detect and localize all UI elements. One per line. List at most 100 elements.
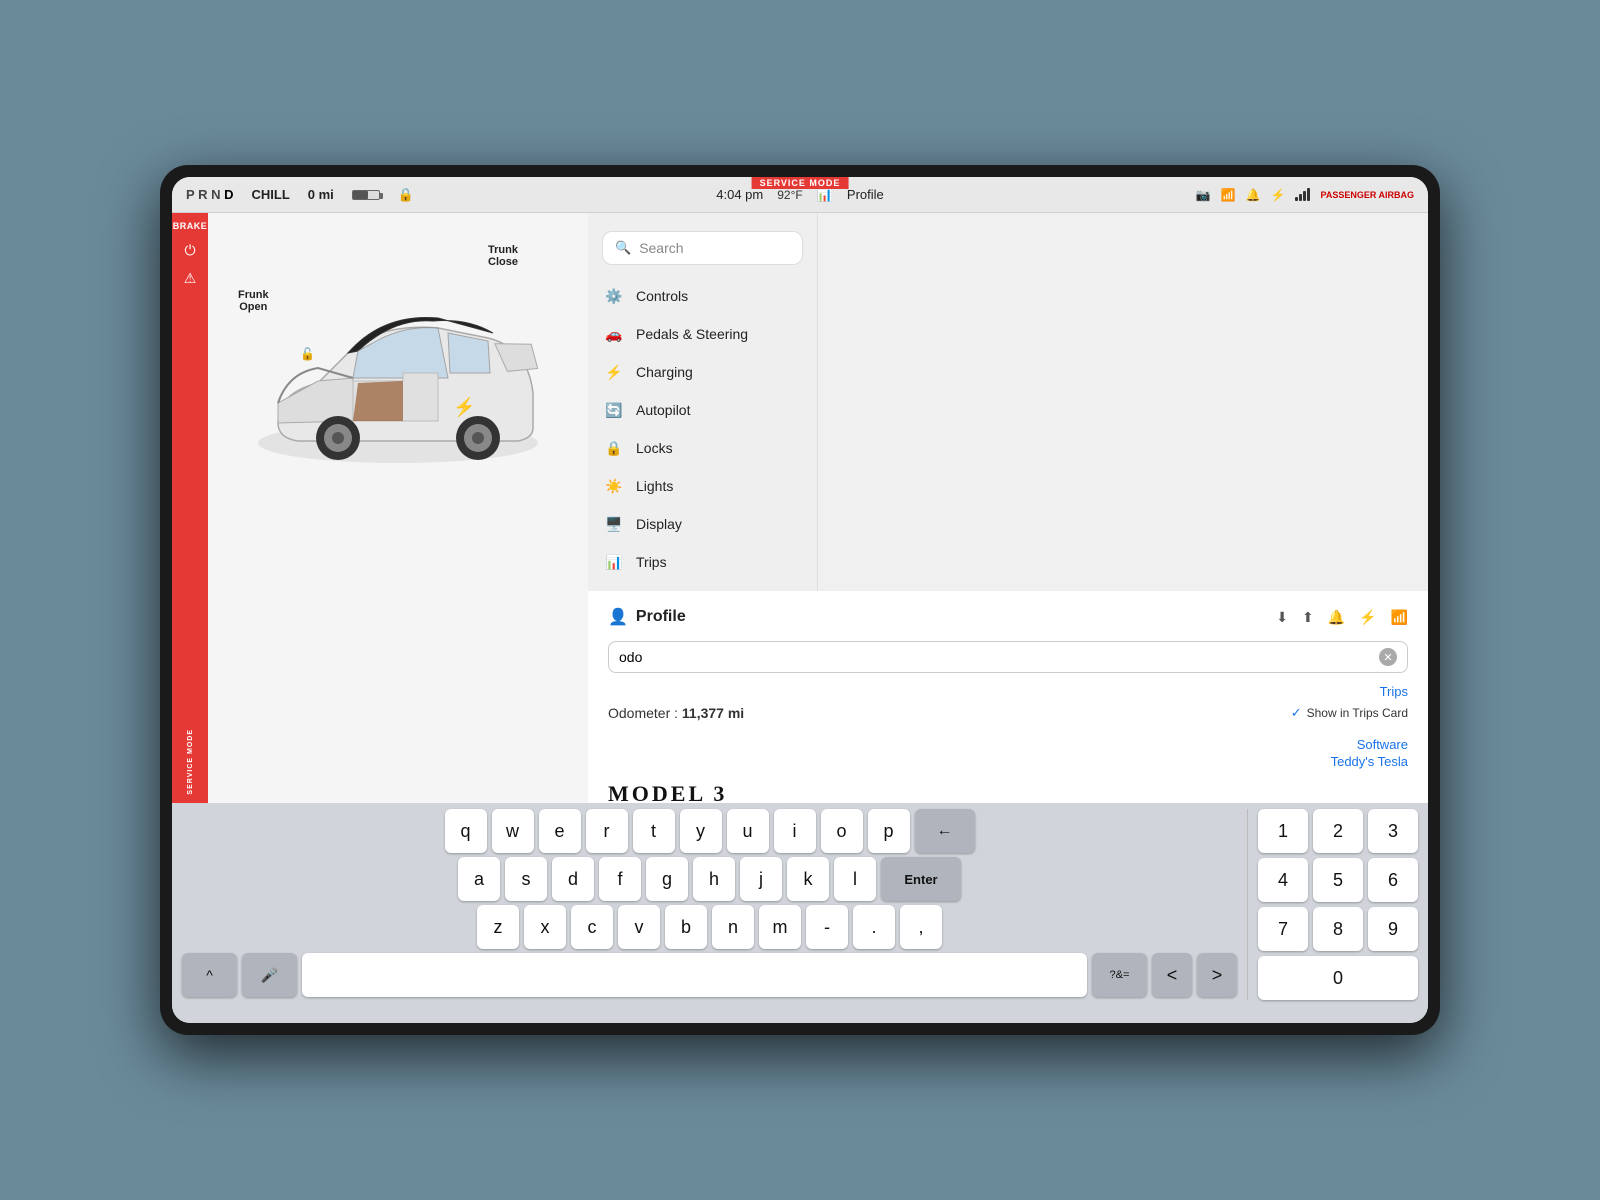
status-left: P R N D CHILL 0 mi 🔒	[186, 187, 414, 203]
trips-link[interactable]: Trips	[1380, 684, 1408, 699]
keyboard-row-1: q w e r t y u i o p ←	[182, 809, 1237, 853]
key-k[interactable]: k	[787, 857, 829, 901]
key-4[interactable]: 4	[1258, 858, 1308, 902]
odometer-row: Odometer : 11,377 mi ✓ Show in Trips Car…	[608, 705, 1408, 721]
display-icon: 🖥️	[604, 514, 624, 534]
charging-label: Charging	[636, 364, 693, 380]
service-mode-banner: SERVICE MODE	[752, 177, 849, 189]
key-m[interactable]: m	[759, 905, 801, 949]
key-2[interactable]: 2	[1313, 809, 1363, 853]
key-i[interactable]: i	[774, 809, 816, 853]
menu-item-charging[interactable]: ⚡ Charging	[588, 353, 817, 391]
keyboard-row-3: z x c v b n m - . ,	[182, 905, 1237, 949]
key-z[interactable]: z	[477, 905, 519, 949]
key-t[interactable]: t	[633, 809, 675, 853]
bluetooth-profile-icon[interactable]: ⚡	[1359, 609, 1376, 626]
signal-bar-4	[1307, 188, 1310, 201]
key-comma[interactable]: ,	[900, 905, 942, 949]
software-link[interactable]: Software	[608, 737, 1408, 752]
drive-mode: CHILL	[251, 187, 289, 202]
svg-text:🔓: 🔓	[300, 347, 315, 361]
key-g[interactable]: g	[646, 857, 688, 901]
odometer-label: Odometer : 11,377 mi	[608, 705, 744, 721]
key-5[interactable]: 5	[1313, 858, 1363, 902]
key-7[interactable]: 7	[1258, 907, 1308, 951]
menu-item-locks[interactable]: 🔒 Locks	[588, 429, 817, 467]
power-icon[interactable]: ⏻	[181, 241, 199, 259]
profile-search-input[interactable]: odo	[619, 649, 1379, 665]
key-period[interactable]: .	[853, 905, 895, 949]
key-mic[interactable]: 🎤	[242, 953, 297, 997]
key-0[interactable]: 0	[1258, 956, 1418, 1000]
menu-item-pedals[interactable]: 🚗 Pedals & Steering	[588, 315, 817, 353]
trunk-label[interactable]: Trunk Close	[488, 244, 518, 268]
key-1[interactable]: 1	[1258, 809, 1308, 853]
key-backspace[interactable]: ←	[915, 809, 975, 853]
key-s[interactable]: s	[505, 857, 547, 901]
upload-icon[interactable]: ⬆	[1302, 609, 1314, 626]
key-v[interactable]: v	[618, 905, 660, 949]
key-c[interactable]: c	[571, 905, 613, 949]
car-name-link[interactable]: Teddy's Tesla	[608, 754, 1408, 769]
key-n[interactable]: n	[712, 905, 754, 949]
key-3[interactable]: 3	[1368, 809, 1418, 853]
key-b[interactable]: b	[665, 905, 707, 949]
menu-item-lights[interactable]: ☀️ Lights	[588, 467, 817, 505]
pedals-icon: 🚗	[604, 324, 624, 344]
key-dash[interactable]: -	[806, 905, 848, 949]
key-o[interactable]: o	[821, 809, 863, 853]
service-mode-side-label: SERVICE MODE	[187, 719, 194, 795]
key-space[interactable]	[302, 953, 1087, 997]
key-right-arrow[interactable]: >	[1197, 953, 1237, 997]
key-left-arrow[interactable]: <	[1152, 953, 1192, 997]
key-symbols[interactable]: ?&=	[1092, 953, 1147, 997]
key-h[interactable]: h	[693, 857, 735, 901]
key-a[interactable]: a	[458, 857, 500, 901]
key-j[interactable]: j	[740, 857, 782, 901]
menu-item-display[interactable]: 🖥️ Display	[588, 505, 817, 543]
menu-panel: 🔍 Search ⚙️ Controls 🚗 Pedals & Steering…	[588, 213, 818, 591]
key-r[interactable]: r	[586, 809, 628, 853]
display-label: Display	[636, 516, 682, 532]
signal-profile-icon[interactable]: 📶	[1391, 609, 1408, 626]
key-w[interactable]: w	[492, 809, 534, 853]
key-u[interactable]: u	[727, 809, 769, 853]
clear-search-button[interactable]: ✕	[1379, 648, 1397, 666]
profile-label: Profile	[847, 187, 884, 202]
warning-icon[interactable]: ⚠	[181, 269, 199, 287]
download-icon[interactable]: ⬇	[1276, 609, 1288, 626]
profile-button[interactable]: Profile	[847, 187, 884, 202]
key-8[interactable]: 8	[1313, 907, 1363, 951]
key-enter[interactable]: Enter	[881, 857, 961, 901]
mileage-display: 0 mi	[308, 187, 334, 202]
key-f[interactable]: f	[599, 857, 641, 901]
key-d[interactable]: d	[552, 857, 594, 901]
battery-bar	[352, 190, 380, 200]
key-e[interactable]: e	[539, 809, 581, 853]
menu-item-controls[interactable]: ⚙️ Controls	[588, 277, 817, 315]
locks-icon: 🔒	[604, 438, 624, 458]
key-x[interactable]: x	[524, 905, 566, 949]
bell-icon[interactable]: 🔔	[1328, 609, 1345, 626]
search-box[interactable]: 🔍 Search	[602, 231, 803, 265]
right-panel: 🔍 Search ⚙️ Controls 🚗 Pedals & Steering…	[588, 213, 1428, 803]
key-p[interactable]: p	[868, 809, 910, 853]
key-9[interactable]: 9	[1368, 907, 1418, 951]
profile-search-field[interactable]: odo ✕	[608, 641, 1408, 673]
menu-item-trips[interactable]: 📊 Trips	[588, 543, 817, 581]
trips-icon: 📊	[604, 552, 624, 572]
camera-icon: 📷	[1196, 188, 1211, 202]
pedals-label: Pedals & Steering	[636, 326, 748, 342]
key-q[interactable]: q	[445, 809, 487, 853]
search-placeholder: Search	[639, 240, 683, 256]
trips-card-checkbox[interactable]: ✓ Show in Trips Card	[1291, 705, 1408, 721]
temp-display: 92°F	[777, 188, 802, 202]
menu-item-autopilot[interactable]: 🔄 Autopilot	[588, 391, 817, 429]
key-6[interactable]: 6	[1368, 858, 1418, 902]
trips-label: Trips	[636, 554, 667, 570]
key-y[interactable]: y	[680, 809, 722, 853]
keyboard-row-2: a s d f g h j k l Enter	[182, 857, 1237, 901]
key-l[interactable]: l	[834, 857, 876, 901]
key-shift[interactable]: ^	[182, 953, 237, 997]
profile-actions: ⬇ ⬆ 🔔 ⚡ 📶	[1276, 609, 1408, 626]
